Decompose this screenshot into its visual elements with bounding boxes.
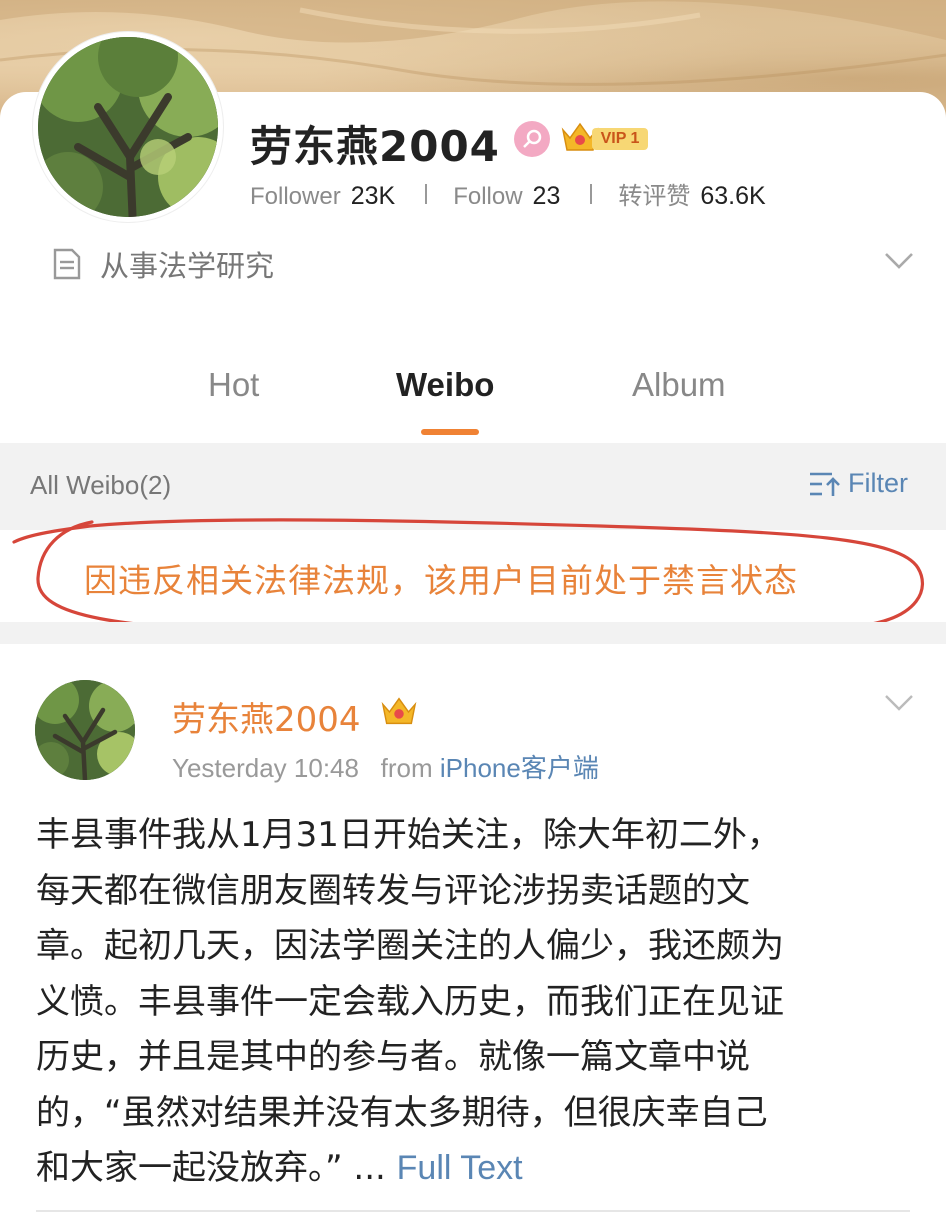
female-gender-icon (514, 121, 550, 157)
post-source[interactable]: iPhone客户端 (440, 753, 599, 783)
post-line: 丰县事件我从1月31日开始关注，除大年初二外， (36, 815, 781, 855)
follower-label[interactable]: Follower (250, 183, 341, 211)
post-timestamp: Yesterday 10:48 (172, 753, 359, 783)
tab-album[interactable]: Album (632, 366, 726, 404)
post-menu-chevron-icon[interactable] (884, 694, 914, 716)
vip-badge[interactable]: VIP 1 (560, 120, 648, 154)
profile-tabs: Hot Weibo Album (0, 366, 946, 442)
full-text-link[interactable]: Full Text (397, 1149, 523, 1187)
stat-divider (425, 184, 428, 204)
post-body: 丰县事件我从1月31日开始关注，除大年初二外， 每天都在微信朋友圈转发与评论涉拐… (36, 808, 916, 1197)
post-line: 和大家一起没放弃。” ... (36, 1148, 397, 1188)
crown-icon (380, 694, 418, 732)
filter-label: Filter (848, 468, 908, 498)
filter-button[interactable]: Filter (808, 468, 908, 499)
post-line: 章。起初几天，因法学圈关注的人偏少，我还颇为 (36, 926, 784, 966)
follow-count[interactable]: 23 (533, 182, 561, 211)
all-weibo-count[interactable]: All Weibo(2) (30, 470, 171, 501)
follower-count[interactable]: 23K (351, 182, 395, 211)
post-from-label: from (380, 753, 433, 783)
section-gap (0, 622, 946, 644)
post-author-name[interactable]: 劳东燕2004 (172, 692, 361, 741)
post-meta: Yesterday 10:48 from iPhone客户端 (172, 748, 599, 785)
expand-bio-chevron-icon[interactable] (884, 252, 914, 274)
post-line: 的，“虽然对结果并没有太多期待，但很庆幸自己 (36, 1092, 768, 1133)
document-icon (53, 248, 81, 280)
profile-name: 劳东燕2004 (250, 122, 500, 171)
weibo-post: 劳东燕2004 Yesterday 10:48 from iPhone客户端 丰… (0, 644, 946, 1216)
post-line: 每天都在微信朋友圈转发与评论涉拐卖话题的文 (36, 870, 750, 911)
tree-avatar-image (35, 680, 135, 780)
active-tab-indicator (421, 429, 479, 435)
likes-count: 63.6K (700, 182, 766, 210)
follow-label[interactable]: Follow (453, 183, 522, 211)
likes-label: 转评赞 (618, 183, 691, 210)
post-author-avatar[interactable] (35, 680, 135, 780)
post-line-last: 和大家一起没放弃。” ... Full Text (36, 1141, 916, 1197)
divider (36, 1210, 910, 1212)
post-line: 历史，并且是其中的参与者。就像一篇文章中说 (36, 1037, 750, 1077)
tab-weibo[interactable]: Weibo (396, 366, 494, 404)
profile-bio[interactable]: 从事法学研究 (52, 244, 274, 284)
muted-notice-text: 因违反相关法律法规，该用户目前处于禁言状态 (84, 561, 798, 600)
vip-level-label: VIP 1 (592, 128, 648, 150)
bio-text: 从事法学研究 (100, 249, 275, 283)
stat-divider (590, 184, 593, 204)
profile-avatar[interactable] (33, 32, 223, 222)
post-line: 义愤。丰县事件一定会载入历史，而我们正在见证 (36, 981, 784, 1022)
filter-bar: All Weibo(2) Filter (0, 443, 946, 530)
tab-hot[interactable]: Hot (208, 366, 259, 404)
filter-sort-icon (810, 472, 840, 496)
account-muted-notice: 因违反相关法律法规，该用户目前处于禁言状态 (0, 530, 946, 622)
profile-stats: Follower 23K Follow 23 转评赞 63.6K (250, 176, 766, 210)
